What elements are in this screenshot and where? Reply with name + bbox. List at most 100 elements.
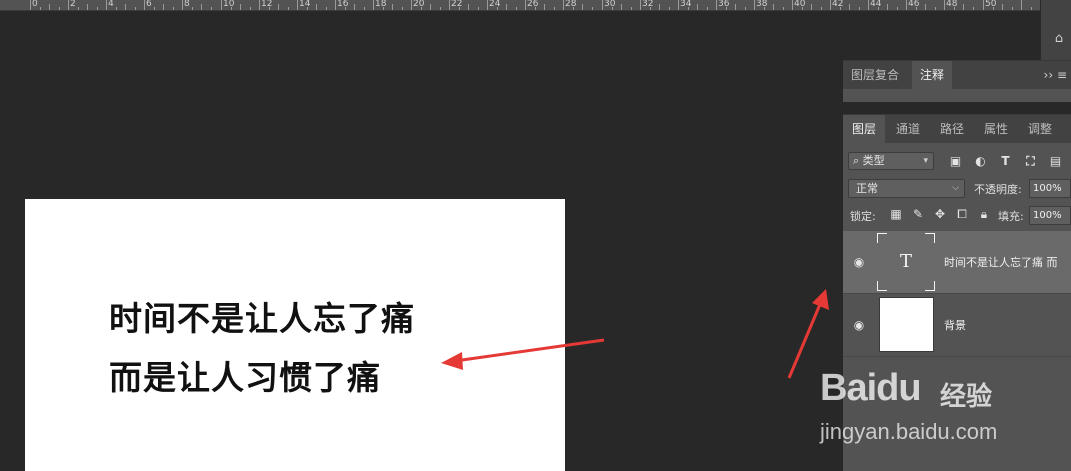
tab-layers[interactable]: 图层 [843,115,885,143]
ruler-minor-tick [383,7,384,10]
ruler-minor-tick [40,7,41,10]
ruler-major-tick [411,0,412,10]
ruler-minor-tick [697,4,698,10]
ruler-number: 18 [375,0,387,9]
panel-menu-icon[interactable]: ›› ≡ [1044,61,1067,89]
layer-name[interactable]: 时间不是让人忘了痛 而 [944,254,1058,270]
ruler-major-tick [906,0,907,10]
tab-channels[interactable]: 通道 [887,115,929,143]
adjustment-filter-icon[interactable]: ◐ [972,151,989,171]
ruler-major-tick [754,0,755,10]
ruler-minor-tick [840,7,841,10]
ruler-minor-tick [87,4,88,10]
ruler-major-tick [182,0,183,10]
ruler-minor-tick [459,7,460,10]
canvas-text-line-1: 时间不是让人忘了痛 [109,299,415,338]
ruler-number: 22 [451,0,463,9]
tool-icon[interactable]: ⌂ [1049,30,1069,48]
ruler-minor-tick [49,4,50,10]
ruler-minor-tick [612,7,613,10]
ruler-minor-tick [78,7,79,10]
ruler-number: 16 [337,0,349,9]
ruler-number: 20 [413,0,425,9]
ruler-minor-tick [506,4,507,10]
ruler-major-tick [563,0,564,10]
ruler-major-tick [525,0,526,10]
arrow-head [812,289,829,310]
lock-image-brush-icon[interactable]: ✎ [910,206,926,222]
lock-label: 锁定: [850,210,876,223]
ruler-major-tick [297,0,298,10]
ruler-number: 2 [70,0,76,9]
pixel-filter-icon[interactable]: ▣ [947,151,964,171]
layer-row-background[interactable]: ◉ 背景 [843,294,1071,357]
arrow-shaft [787,301,823,379]
visibility-eye-icon[interactable]: ◉ [852,255,866,269]
layer-row-text[interactable]: ◉ T 时间不是让人忘了痛 而 [843,231,1071,294]
ruler-major-tick [373,0,374,10]
ruler-minor-tick [993,7,994,10]
document-canvas[interactable]: 时间不是让人忘了痛 而是让人习惯了痛 [25,199,565,471]
ruler-number: 0 [32,0,38,9]
layer-name[interactable]: 背景 [944,317,966,333]
ruler-minor-tick [173,7,174,10]
ruler-minor-tick [821,7,822,10]
lock-artboard-icon[interactable]: ⧠ [954,206,970,222]
layer-filter-select[interactable]: ⌕ 类型 ▾ [848,152,934,170]
tab-properties[interactable]: 属性 [975,115,1017,143]
ruler-number: 6 [146,0,152,9]
layer-comps-panel: 图层复合 注释 ›› ≡ [843,60,1071,102]
tab-adjustments[interactable]: 调整 [1019,115,1061,143]
ruler-number: 8 [184,0,190,9]
ruler-major-tick [830,0,831,10]
ruler-minor-tick [1002,4,1003,10]
tab-notes[interactable]: 注释 [912,61,953,89]
ruler-minor-tick [59,7,60,10]
ruler-minor-tick [764,7,765,10]
ruler-minor-tick [392,4,393,10]
ruler-number: 26 [527,0,539,9]
background-layer-thumbnail [879,297,934,352]
ruler-minor-tick [288,7,289,10]
lock-icons: ▦ ✎ ✥ ⧠ 🔒︎ [888,206,992,222]
ruler-number: 46 [908,0,920,9]
smart-object-filter-icon[interactable]: ▤ [1047,151,1064,171]
chevron-down-icon: ⌵ [952,183,959,193]
opacity-field[interactable]: 100% [1029,179,1071,198]
ruler-minor-tick [935,7,936,10]
ruler-minor-tick [231,7,232,10]
ruler-minor-tick [925,4,926,10]
lock-position-move-icon[interactable]: ✥ [932,206,948,222]
layers-panel-tabs: 图层 通道 路径 属性 调整 [843,115,1071,143]
ruler-major-tick [602,0,603,10]
ruler-minor-tick [316,4,317,10]
lock-all-icon[interactable]: 🔒︎ [976,206,992,222]
ruler-minor-tick [802,7,803,10]
ruler-number: 12 [261,0,273,9]
layers-panel: 图层 通道 路径 属性 调整 ⌕ 类型 ▾ ▣ ◐ T ⛶ ▤ 正常 ⌵ 不透明… [843,114,1071,471]
text-type-icon: T [899,251,912,272]
tab-paths[interactable]: 路径 [931,115,973,143]
ruler-minor-tick [849,4,850,10]
fill-field[interactable]: 100% [1029,206,1071,225]
ruler-minor-tick [916,7,917,10]
ruler-major-tick [259,0,260,10]
ruler-minor-tick [573,7,574,10]
ruler-minor-tick [192,7,193,10]
ruler-minor-tick [516,7,517,10]
shape-filter-icon[interactable]: ⛶ [1022,151,1039,171]
ruler-minor-tick [345,7,346,10]
type-filter-icon[interactable]: T [997,151,1014,171]
ruler-minor-tick [97,7,98,10]
ruler-number: 36 [718,0,730,9]
ruler-major-tick [640,0,641,10]
tab-layer-comps[interactable]: 图层复合 [843,61,907,89]
ruler-major-tick [68,0,69,10]
visibility-eye-icon[interactable]: ◉ [852,318,866,332]
ruler-minor-tick [745,7,746,10]
horizontal-ruler[interactable]: 0 2 4 6 8 10 12 14 16 18 20 22 24 26 28 30 32 34 36 38 40 42 4… [0,0,1040,11]
blend-mode-select[interactable]: 正常 ⌵ [848,179,965,198]
ruler-minor-tick [240,4,241,10]
lock-transparent-icon[interactable]: ▦ [888,206,904,222]
ruler-minor-tick [421,7,422,10]
